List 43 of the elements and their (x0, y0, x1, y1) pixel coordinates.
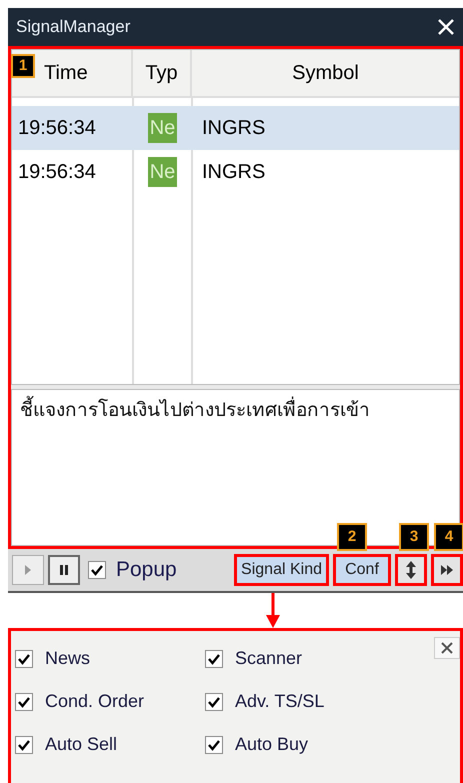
callout-number: 3 (399, 523, 429, 551)
resize-button[interactable] (395, 554, 427, 586)
type-badge: Ne (148, 157, 178, 187)
popup-label: Popup (116, 557, 177, 584)
callout-number: 2 (337, 523, 367, 551)
play-icon (25, 565, 31, 575)
checkbox[interactable] (15, 736, 33, 754)
option-label: News (45, 647, 90, 670)
pause-button[interactable] (48, 555, 80, 585)
close-icon[interactable] (437, 18, 455, 36)
callout-number: 4 (434, 523, 463, 551)
fast-forward-icon (441, 565, 453, 575)
option-label: Scanner (235, 647, 302, 670)
option-label: Cond. Order (45, 690, 144, 713)
column-header[interactable]: Time (40, 58, 92, 88)
table-row[interactable]: 19:56:34 Ne INGRS (12, 106, 459, 150)
up-down-arrow-icon (406, 561, 416, 579)
signal-kind-button[interactable]: Signal Kind (234, 554, 329, 586)
window-title: SignalManager (16, 16, 130, 38)
checkbox[interactable] (205, 650, 223, 668)
column-header[interactable]: Typ (133, 50, 192, 96)
close-icon (441, 642, 453, 654)
type-badge: Ne (148, 113, 178, 143)
checkbox[interactable] (205, 692, 223, 710)
conf-button[interactable]: Conf (333, 554, 391, 586)
checkbox[interactable] (205, 736, 223, 754)
close-button[interactable] (434, 637, 460, 659)
time-cell-text: 19:56:34 (17, 160, 97, 185)
symbol-cell-text: INGRS (201, 160, 266, 185)
column-header[interactable]: Symbol (192, 50, 459, 96)
time-cell-text: 19:56:34 (17, 116, 97, 141)
symbol-cell-text: INGRS (201, 116, 266, 141)
pause-icon (60, 565, 68, 575)
checkbox[interactable] (15, 692, 33, 710)
checkbox[interactable] (15, 650, 33, 668)
detail-text: ชี้แจงการโอนเงินไปต่างประเทศเพื่อการเข้า (20, 392, 370, 430)
table-row[interactable]: 19:56:34 Ne INGRS (12, 150, 459, 194)
option-label: Auto Buy (235, 733, 308, 756)
option-label: Auto Sell (45, 733, 118, 756)
checkbox[interactable] (88, 561, 106, 579)
option-label: Adv. TS/SL (235, 690, 324, 713)
callout-number: 1 (11, 54, 35, 78)
fast-forward-button[interactable] (431, 554, 463, 586)
